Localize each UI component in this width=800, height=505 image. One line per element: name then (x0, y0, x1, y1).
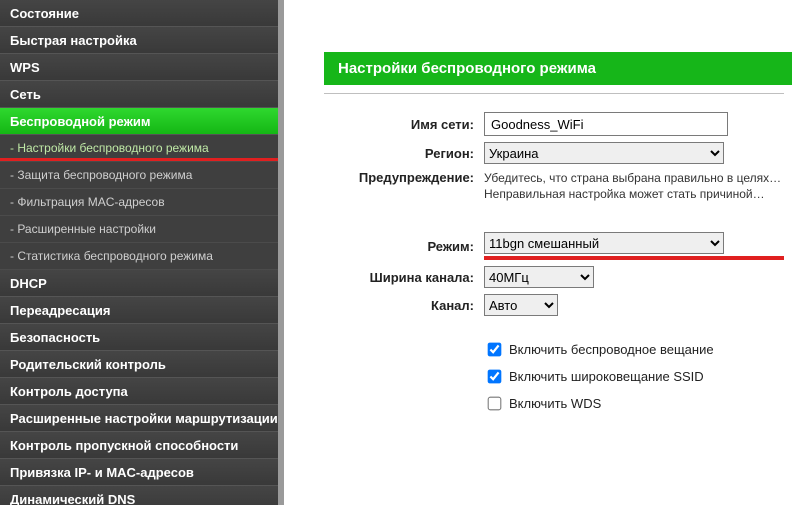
row-mode: Режим: 11bgn смешанный (324, 232, 784, 260)
content: Настройки беспроводного режима Имя сети:… (284, 0, 800, 505)
sidebar-label: Динамический DNS (10, 492, 135, 505)
channel-label: Канал: (324, 298, 484, 313)
channel-width-label: Ширина канала: (324, 270, 484, 285)
sidebar-label: Привязка IP- и MAC-адресов (10, 465, 194, 480)
sidebar-label: Расширенные настройки маршрутизации (10, 411, 278, 426)
sidebar-label: - Защита беспроводного режима (10, 168, 192, 182)
sidebar-item-2[interactable]: WPS (0, 54, 278, 81)
sidebar-label: Родительский контроль (10, 357, 166, 372)
sidebar-item-1[interactable]: Быстрая настройка (0, 27, 278, 54)
sidebar-label: Контроль доступа (10, 384, 128, 399)
chk-enable-wireless-box[interactable] (488, 343, 502, 357)
sidebar-sub-7[interactable]: - Фильтрация MAC-адресов (0, 189, 278, 216)
chk-enable-wireless-label: Включить беспроводное вещание (509, 342, 714, 357)
chk-enable-ssid-broadcast[interactable]: Включить широковещание SSID (484, 367, 784, 386)
sidebar: Состояние Быстрая настройка WPS Сеть Беспров… (0, 0, 278, 505)
sidebar-item-17[interactable]: Привязка IP- и MAC-адресов (0, 459, 278, 486)
sidebar-item-13[interactable]: Родительский контроль (0, 351, 278, 378)
sidebar-item-0[interactable]: Состояние (0, 0, 278, 27)
sidebar-label: DHCP (10, 276, 47, 291)
sidebar-item-18[interactable]: Динамический DNS (0, 486, 278, 505)
mode-label: Режим: (324, 239, 484, 254)
ssid-label: Имя сети: (324, 117, 484, 132)
sidebar-label: Сеть (10, 87, 41, 102)
sidebar-label: WPS (10, 60, 40, 75)
sidebar-item-16[interactable]: Контроль пропускной способности (0, 432, 278, 459)
chk-enable-wireless[interactable]: Включить беспроводное вещание (484, 340, 784, 359)
mode-highlight (484, 256, 784, 260)
chk-enable-wds[interactable]: Включить WDS (484, 394, 784, 413)
channel-width-select[interactable]: 40МГц (484, 266, 594, 288)
row-warning: Предупреждение: Убедитесь, что страна вы… (324, 170, 784, 202)
chk-enable-ssid-broadcast-label: Включить широковещание SSID (509, 369, 704, 384)
sidebar-item-3[interactable]: Сеть (0, 81, 278, 108)
sidebar-sub-5[interactable]: - Настройки беспроводного режима (0, 135, 278, 162)
region-label: Регион: (324, 146, 484, 161)
region-select[interactable]: Украина (484, 142, 724, 164)
sidebar-item-12[interactable]: Безопасность (0, 324, 278, 351)
sidebar-label: Переадресация (10, 303, 110, 318)
chk-enable-wds-label: Включить WDS (509, 396, 601, 411)
sidebar-label: - Настройки беспроводного режима (10, 141, 209, 155)
channel-select[interactable]: Авто (484, 294, 558, 316)
sidebar-item-14[interactable]: Контроль доступа (0, 378, 278, 405)
sidebar-sub-8[interactable]: - Расширенные настройки (0, 216, 278, 243)
sidebar-label: - Расширенные настройки (10, 222, 156, 236)
sidebar-item-4[interactable]: Беспроводной режим (0, 108, 278, 135)
panel-divider (324, 93, 784, 94)
warning-label: Предупреждение: (324, 170, 484, 202)
warning-text: Убедитесь, что страна выбрана правильно … (484, 170, 784, 202)
chk-enable-wds-box[interactable] (488, 397, 502, 411)
sidebar-item-15[interactable]: Расширенные настройки маршрутизации (0, 405, 278, 432)
sidebar-sub-6[interactable]: - Защита беспроводного режима (0, 162, 278, 189)
sidebar-label: - Фильтрация MAC-адресов (10, 195, 165, 209)
sidebar-item-10[interactable]: DHCP (0, 270, 278, 297)
sidebar-label: - Статистика беспроводного режима (10, 249, 213, 263)
sidebar-label: Безопасность (10, 330, 100, 345)
app: Состояние Быстрая настройка WPS Сеть Беспров… (0, 0, 800, 505)
row-ssid: Имя сети: (324, 112, 784, 136)
chk-enable-ssid-broadcast-box[interactable] (488, 370, 502, 384)
sidebar-item-11[interactable]: Переадресация (0, 297, 278, 324)
panel-title: Настройки беспроводного режима (324, 52, 792, 85)
wireless-form: Имя сети: Регион: Украина Предупреждение… (324, 112, 784, 413)
sidebar-label: Беспроводной режим (10, 114, 150, 129)
row-region: Регион: Украина (324, 142, 784, 164)
row-channel-width: Ширина канала: 40МГц (324, 266, 784, 288)
ssid-input[interactable] (484, 112, 728, 136)
sidebar-label: Состояние (10, 6, 79, 21)
checkbox-block: Включить беспроводное вещание Включить ш… (484, 340, 784, 413)
row-channel: Канал: Авто (324, 294, 784, 316)
sidebar-label: Быстрая настройка (10, 33, 137, 48)
sidebar-sub-9[interactable]: - Статистика беспроводного режима (0, 243, 278, 270)
sidebar-label: Контроль пропускной способности (10, 438, 238, 453)
mode-select[interactable]: 11bgn смешанный (484, 232, 724, 254)
